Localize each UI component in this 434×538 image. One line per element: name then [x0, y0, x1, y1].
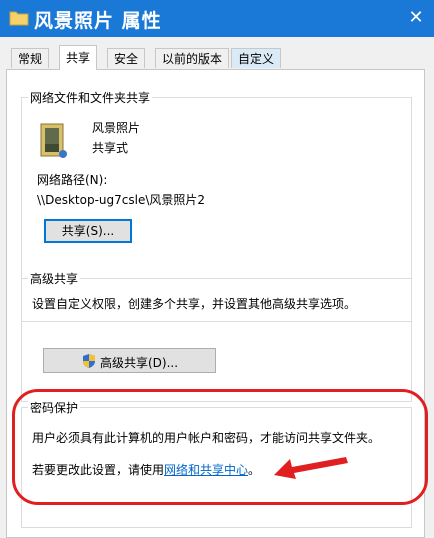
- tab-customize[interactable]: 自定义: [231, 48, 282, 68]
- red-arrow-icon: [274, 457, 348, 479]
- tab-security[interactable]: 安全: [107, 48, 146, 68]
- folder-icon: [9, 11, 29, 26]
- close-button[interactable]: ✕: [406, 6, 426, 30]
- window-title: 风景照片 属性: [34, 10, 162, 32]
- advanced-sharing-group: 高级共享 设置自定义权限，创建多个共享，并设置其他高级共享选项。 高级共享(D)…: [21, 270, 412, 402]
- advanced-sharing-legend: 高级共享: [28, 270, 81, 287]
- tab-previous-versions[interactable]: 以前的版本: [155, 48, 230, 68]
- advanced-sharing-description: 设置自定义权限，创建多个共享，并设置其他高级共享选项。: [32, 297, 357, 311]
- share-button[interactable]: 共享(S)...: [44, 219, 132, 243]
- network-sharing-legend: 网络文件和文件夹共享: [28, 89, 153, 106]
- share-state: 共享式: [92, 141, 129, 155]
- advanced-sharing-button[interactable]: 高级共享(D)...: [43, 348, 216, 373]
- folder-name: 风景照片: [92, 121, 141, 135]
- network-path-label: 网络路径(N):: [37, 173, 108, 187]
- network-sharing-center-link[interactable]: 网络和共享中心: [164, 463, 248, 477]
- network-path-value: \\Desktop-ug7csle\风景照片2: [37, 193, 206, 207]
- tab-sharing[interactable]: 共享: [59, 45, 98, 70]
- password-protection-group: 密码保护 用户必须具有此计算机的用户帐户和密码，才能访问共享文件夹。 若要更改此…: [21, 399, 412, 528]
- password-protection-description: 用户必须具有此计算机的用户帐户和密码，才能访问共享文件夹。: [32, 431, 381, 445]
- uac-shield-icon: [83, 354, 95, 368]
- tab-general[interactable]: 常规: [11, 48, 50, 68]
- change-setting-line: 若要更改此设置，请使用网络和共享中心。: [32, 463, 261, 477]
- password-protection-legend: 密码保护: [28, 399, 81, 416]
- title-bar: 风景照片 属性 ✕: [0, 0, 434, 37]
- close-icon: ✕: [408, 7, 424, 28]
- sharing-panel: 网络文件和文件夹共享 风景照片 共享式 网络路径(N): \\Desktop-u…: [6, 69, 425, 538]
- shared-folder-icon: [40, 123, 67, 158]
